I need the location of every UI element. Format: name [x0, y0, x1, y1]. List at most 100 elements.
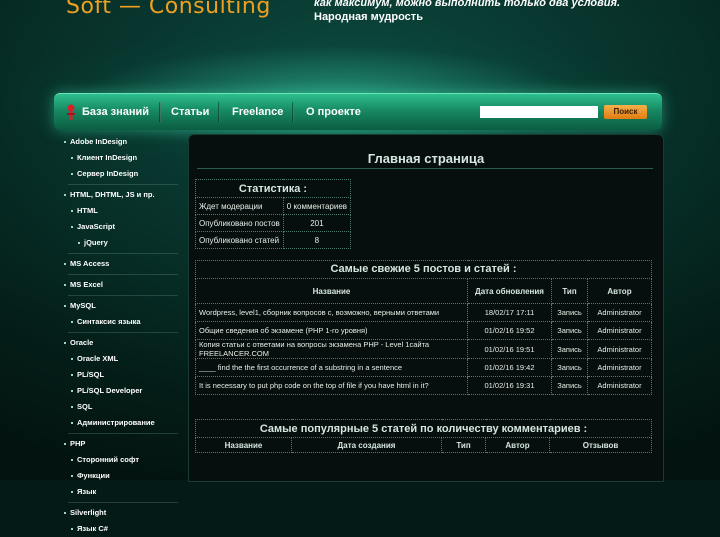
nav-knowledge-base[interactable]: База знаний [82, 94, 149, 130]
table-row: Общие сведения об экзамене (PHP 1-го уро… [195, 321, 652, 340]
sidebar-item[interactable]: Silverlight [60, 505, 184, 521]
bullet-icon [71, 491, 73, 493]
sidebar-item-label: Клиент InDesign [77, 153, 138, 162]
stats-value: 0 комментариев [282, 197, 352, 215]
sidebar-item[interactable]: Язык [60, 484, 184, 500]
bullet-icon [71, 210, 73, 212]
sidebar-item-label: Язык C# [77, 524, 108, 533]
sidebar-item[interactable]: PL/SQL [60, 367, 184, 383]
post-date: 01/02/16 19:31 [467, 376, 552, 395]
sidebar-divider [68, 332, 178, 333]
sidebar-item-label: PL/SQL Developer [77, 386, 143, 395]
column-header-type: Тип [441, 437, 486, 453]
sidebar-divider [68, 295, 178, 296]
knowledge-base-icon [67, 104, 75, 120]
post-title-link[interactable]: It is necessary to put php code on the t… [195, 376, 468, 395]
bullet-icon [64, 284, 66, 286]
sidebar-item[interactable]: PHP [60, 436, 184, 452]
post-type: Запись [551, 339, 588, 359]
column-header-type: Тип [551, 278, 588, 304]
bullet-icon [71, 422, 73, 424]
column-header-author: Автор [485, 437, 550, 453]
post-author: Administrator [587, 321, 652, 340]
bullet-icon [64, 263, 66, 265]
sidebar-divider [68, 253, 178, 254]
post-title-link[interactable]: Wordpress, level1, сборник вопросов с, в… [195, 303, 468, 322]
bullet-icon [71, 321, 73, 323]
sidebar-item[interactable]: Клиент InDesign [60, 150, 184, 166]
sidebar-item[interactable]: HTML [60, 203, 184, 219]
post-type: Запись [551, 376, 588, 395]
sidebar-item[interactable]: jQuery [60, 235, 184, 251]
sidebar-item[interactable]: MySQL [60, 298, 184, 314]
stats-label: Опубликовано постов [195, 214, 284, 232]
sidebar-item[interactable]: Администрирование [60, 415, 184, 431]
search-input[interactable] [480, 106, 598, 118]
post-title-link[interactable]: Копия статьи с ответами на вопросы экзам… [195, 339, 468, 359]
sidebar-item-label: Сторонний софт [77, 455, 139, 464]
sidebar-item[interactable]: HTML, DHTML, JS и пр. [60, 187, 184, 203]
sidebar-item[interactable]: Adobe InDesign [60, 134, 184, 150]
sidebar-item[interactable]: Язык C# [60, 521, 184, 537]
sidebar-item[interactable]: Oracle [60, 335, 184, 351]
search-button[interactable]: Поиск [604, 105, 647, 119]
sidebar-divider [68, 502, 178, 503]
column-header-date: Дата обновления [467, 278, 552, 304]
nav-freelance[interactable]: Freelance [232, 94, 283, 130]
post-title-link[interactable]: Общие сведения об экзамене (PHP 1-го уро… [195, 321, 468, 340]
column-header-author: Автор [587, 278, 652, 304]
sidebar-item[interactable]: SQL [60, 399, 184, 415]
column-header-title: Название [195, 437, 292, 453]
page-title: Главная страница [367, 151, 485, 166]
post-date: 01/02/16 19:51 [467, 339, 552, 359]
sidebar-item-label: Администрирование [77, 418, 155, 427]
sidebar-item[interactable]: MS Access [60, 256, 184, 272]
table-row: Wordpress, level1, сборник вопросов с, в… [195, 303, 652, 322]
category-sidebar: Adobe InDesign Клиент InDesign Сервер InDe… [60, 134, 184, 537]
bullet-icon [71, 358, 73, 360]
post-date: 01/02/16 19:52 [467, 321, 552, 340]
sidebar-item-label: JavaScript [77, 222, 115, 231]
stats-value: 201 [282, 214, 352, 232]
sidebar-item-label: MS Excel [70, 280, 103, 289]
site-logo[interactable]: Soft — Consulting [66, 0, 271, 19]
sidebar-item[interactable]: Функции [60, 468, 184, 484]
sidebar-item-label: Oracle XML [77, 354, 119, 363]
sidebar-divider [68, 433, 178, 434]
bullet-icon [71, 528, 73, 530]
sidebar-item[interactable]: Синтаксис языка [60, 314, 184, 330]
sidebar-item[interactable]: JavaScript [60, 219, 184, 235]
table-row: Ждет модерации 0 комментариев [195, 197, 352, 215]
post-type: Запись [551, 303, 588, 322]
sidebar-item-label: Язык [77, 487, 97, 496]
table-row: Опубликовано постов 201 [195, 214, 352, 232]
table-row: It is necessary to put php code on the t… [195, 376, 652, 395]
post-author: Administrator [587, 303, 652, 322]
column-header-created: Дата создания [291, 437, 442, 453]
post-date: 18/02/17 17:11 [467, 303, 552, 322]
sidebar-divider [68, 184, 178, 185]
sidebar-item-label: MS Access [70, 259, 110, 268]
post-title-link[interactable]: ____ find the the first occurrence of a … [195, 358, 468, 377]
sidebar-item-label: Silverlight [70, 508, 107, 517]
sidebar-item-label: Функции [77, 471, 110, 480]
sidebar-item-label: jQuery [84, 238, 108, 247]
table-row: Копия статьи с ответами на вопросы экзам… [195, 339, 652, 359]
sidebar-item[interactable]: Сервер InDesign [60, 166, 184, 182]
post-type: Запись [551, 358, 588, 377]
sidebar-item[interactable]: Сторонний софт [60, 452, 184, 468]
sidebar-item[interactable]: MS Excel [60, 277, 184, 293]
bullet-icon [71, 459, 73, 461]
bullet-icon [64, 305, 66, 307]
bullet-icon [71, 390, 73, 392]
post-author: Administrator [587, 376, 652, 395]
latest-posts-table: Самые свежие 5 постов и статей : Названи… [195, 260, 652, 395]
nav-divider [292, 102, 294, 122]
sidebar-item[interactable]: PL/SQL Developer [60, 383, 184, 399]
nav-about[interactable]: О проекте [306, 94, 361, 130]
column-header-reviews: Отзывов [548, 437, 653, 453]
sidebar-item[interactable]: Oracle XML [60, 351, 184, 367]
bullet-icon [78, 242, 80, 244]
bullet-icon [64, 342, 66, 344]
nav-articles[interactable]: Статьи [171, 94, 209, 130]
